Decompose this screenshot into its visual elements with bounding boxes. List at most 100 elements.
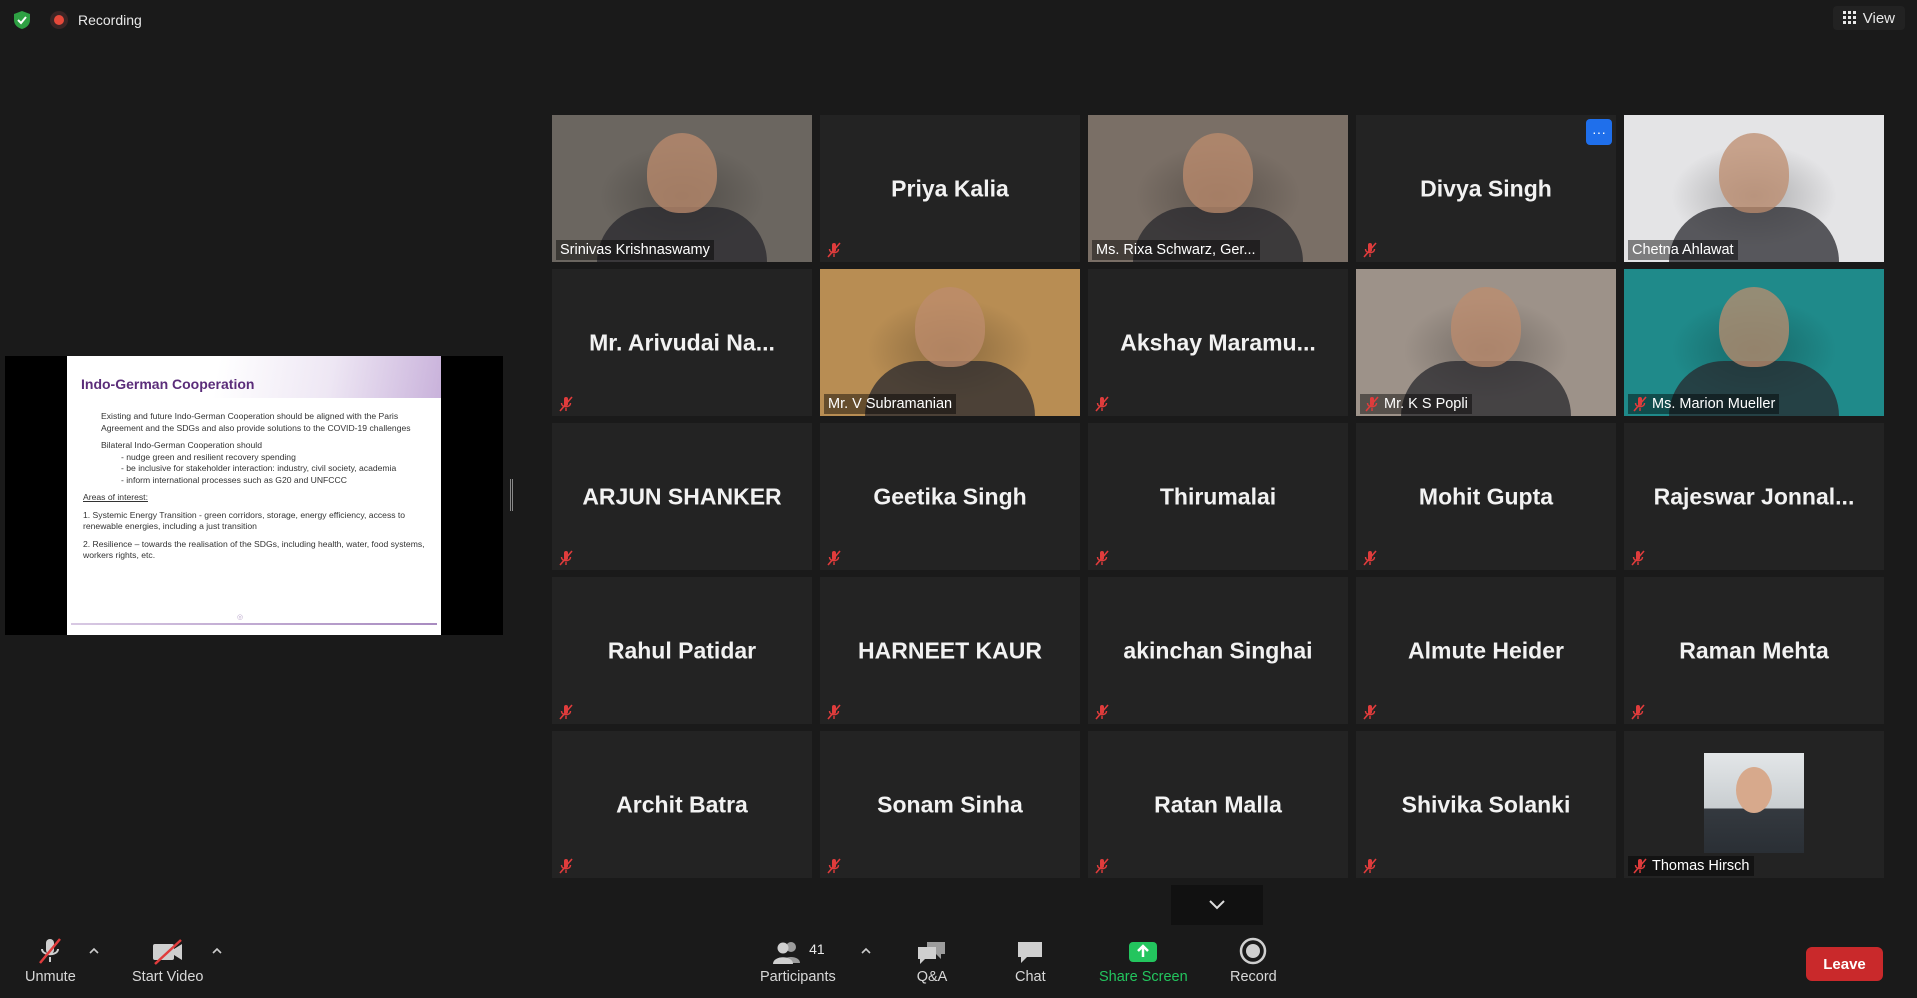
shield-icon[interactable] [12, 10, 32, 30]
participant-tile[interactable]: Mohit Gupta [1356, 423, 1616, 570]
qa-button[interactable]: Q&A [915, 937, 949, 985]
participant-tile[interactable]: Mr. V Subramanian [820, 269, 1080, 416]
slide-bullet: Existing and future Indo-German Cooperat… [101, 411, 411, 433]
participant-tile[interactable]: Raman Mehta [1624, 577, 1884, 724]
slide-sub-bullet: - inform international processes such as… [121, 474, 347, 485]
participant-tile[interactable]: ARJUN SHANKER [552, 423, 812, 570]
participant-name: ARJUN SHANKER [582, 483, 782, 509]
person-silhouette [915, 287, 985, 367]
participant-name: Divya Singh [1420, 175, 1552, 201]
participant-tile[interactable]: Rahul Patidar [552, 577, 812, 724]
chat-button[interactable]: Chat [1015, 937, 1046, 985]
slide-bullet-text: Bilateral Indo-German Cooperation should [101, 440, 262, 450]
participant-tile[interactable]: Priya Kalia [820, 115, 1080, 262]
participant-tile[interactable]: Ratan Malla [1088, 731, 1348, 878]
chat-label: Chat [1015, 969, 1046, 985]
presentation-slide: Indo-German Cooperation Existing and fut… [67, 356, 441, 635]
record-label: Record [1230, 969, 1277, 985]
participant-tile[interactable]: Rajeswar Jonnal... [1624, 423, 1884, 570]
participant-count: 41 [809, 941, 825, 957]
participant-name: Srinivas Krishnaswamy [560, 242, 710, 258]
person-silhouette [1719, 287, 1789, 367]
start-video-button[interactable]: Start Video [132, 937, 203, 985]
participant-tile[interactable]: Srinivas Krishnaswamy [552, 115, 812, 262]
participant-name: Thomas Hirsch [1652, 858, 1750, 874]
participant-name: Priya Kalia [891, 175, 1009, 201]
leave-button[interactable]: Leave [1806, 947, 1883, 981]
participant-name: Mr. K S Popli [1384, 396, 1468, 412]
participant-tile[interactable]: Akshay Maramu... [1088, 269, 1348, 416]
start-video-label: Start Video [132, 969, 204, 985]
participant-tile[interactable]: Chetna Ahlawat [1624, 115, 1884, 262]
participant-name: Mr. Arivudai Na... [589, 329, 775, 355]
participant-tile[interactable]: Thirumalai [1088, 423, 1348, 570]
microphone-muted-icon [826, 858, 842, 874]
participant-name: Ms. Marion Mueller [1652, 396, 1776, 412]
participant-tile[interactable]: akinchan Singhai [1088, 577, 1348, 724]
participant-tile[interactable]: Sonam Sinha [820, 731, 1080, 878]
participant-tile[interactable]: Ms. Marion Mueller [1624, 269, 1884, 416]
grid-icon [1842, 11, 1856, 24]
slide-area-item: 1. Systemic Energy Transition - green co… [83, 509, 406, 532]
participant-name-label: Mr. V Subramanian [824, 394, 957, 414]
video-muted-icon [152, 939, 182, 965]
participant-name-label: Ms. Marion Mueller [1628, 394, 1780, 414]
participant-tile[interactable]: Mr. Arivudai Na... [552, 269, 812, 416]
microphone-muted-icon [1632, 396, 1648, 412]
microphone-muted-icon [558, 396, 574, 412]
participant-name: Thirumalai [1159, 483, 1277, 509]
qa-label: Q&A [916, 969, 948, 985]
view-button[interactable]: View [1832, 6, 1905, 30]
more-options-button[interactable]: ··· [1586, 119, 1612, 145]
microphone-muted-icon [1094, 550, 1110, 566]
participant-name: Akshay Maramu... [1120, 329, 1316, 355]
participant-name: Chetna Ahlawat [1632, 242, 1734, 258]
record-dot-icon [50, 11, 68, 29]
participant-name: akinchan Singhai [1123, 637, 1313, 663]
participant-tile[interactable]: Almute Heider [1356, 577, 1616, 724]
unmute-button[interactable]: Unmute [25, 937, 76, 985]
recording-label: Recording [78, 12, 142, 28]
participant-tile[interactable]: Mr. K S Popli [1356, 269, 1616, 416]
participant-name: Rahul Patidar [607, 637, 757, 663]
microphone-muted-icon [1630, 704, 1646, 720]
microphone-muted-icon [826, 550, 842, 566]
participant-tile[interactable]: Shivika Solanki [1356, 731, 1616, 878]
microphone-muted-icon [826, 242, 842, 258]
participant-tile[interactable]: Divya Singh ··· [1356, 115, 1616, 262]
participant-name: Almute Heider [1408, 637, 1564, 663]
microphone-muted-icon [558, 858, 574, 874]
microphone-muted-icon [1364, 396, 1380, 412]
recording-indicator[interactable]: Recording [50, 11, 142, 29]
record-button[interactable]: Record [1230, 937, 1277, 985]
audio-options-caret-icon[interactable] [88, 945, 100, 957]
participant-name: Archit Batra [616, 791, 748, 817]
video-options-caret-icon[interactable] [211, 945, 223, 957]
person-silhouette [647, 133, 717, 213]
participant-name-label: Thomas Hirsch [1628, 856, 1754, 876]
slide-bullet: Bilateral Indo-German Cooperation should… [83, 440, 428, 486]
participants-options-caret-icon[interactable] [860, 945, 872, 957]
participant-name: Ratan Malla [1154, 791, 1282, 817]
participant-name: Rajeswar Jonnal... [1653, 483, 1855, 509]
participant-tile[interactable]: HARNEET KAUR [820, 577, 1080, 724]
slide-areas-heading: Areas of interest: [83, 492, 148, 502]
microphone-muted-icon [1632, 858, 1648, 874]
participants-button[interactable]: 41 Participants [760, 937, 836, 985]
participant-tile[interactable]: Ms. Rixa Schwarz, Ger... [1088, 115, 1348, 262]
share-screen-button[interactable]: Share Screen [1099, 937, 1188, 985]
unmute-label: Unmute [25, 969, 76, 985]
participant-tile[interactable]: Archit Batra [552, 731, 812, 878]
gallery-next-page-button[interactable] [1171, 885, 1263, 925]
microphone-muted-icon [1630, 550, 1646, 566]
slide-body: Existing and future Indo-German Cooperat… [83, 411, 428, 568]
participant-tile[interactable]: Thomas Hirsch [1624, 731, 1884, 878]
participant-name: Sonam Sinha [877, 791, 1023, 817]
participant-tile[interactable]: Geetika Singh [820, 423, 1080, 570]
shared-screen[interactable]: Indo-German Cooperation Existing and fut… [5, 356, 503, 635]
microphone-muted-icon [558, 704, 574, 720]
microphone-muted-icon [1094, 396, 1110, 412]
face-shape [1736, 767, 1772, 813]
microphone-muted-icon [39, 938, 62, 964]
resize-handle[interactable] [510, 479, 513, 511]
